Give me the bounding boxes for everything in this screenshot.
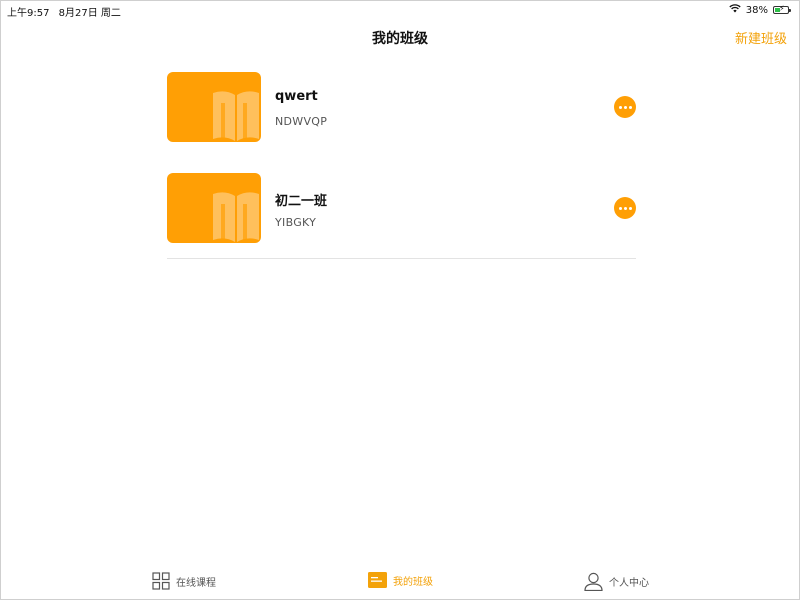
class-row[interactable]: qwert NDWVQP	[167, 72, 636, 173]
tab-bar: 在线课程 我的班级 个人中心	[1, 563, 799, 600]
new-class-button[interactable]: 新建班级	[735, 28, 787, 47]
status-right: 38% ⚡	[729, 4, 791, 16]
grid-icon	[152, 572, 170, 590]
status-time: 上午9:57	[7, 8, 50, 19]
status-bar: 上午9:57 8月27日 周二 38% ⚡	[1, 1, 799, 19]
battery-percent: 38%	[745, 4, 768, 16]
dot-icon	[618, 105, 622, 109]
more-options-button[interactable]	[614, 197, 636, 219]
status-left: 上午9:57 8月27日 周二	[7, 4, 127, 19]
more-options-button[interactable]	[614, 96, 636, 118]
tab-online-courses[interactable]: 在线课程	[152, 572, 216, 590]
tab-my-classes[interactable]: 我的班级	[368, 572, 433, 588]
dot-icon	[628, 206, 632, 210]
class-list: qwert NDWVQP 初二一班 YIBGKY	[167, 72, 636, 274]
book-icon	[213, 192, 259, 242]
class-thumbnail	[167, 173, 261, 243]
wifi-icon	[729, 4, 741, 16]
person-icon	[584, 572, 603, 591]
page-title: 我的班级	[372, 31, 428, 47]
status-date: 8月27日 周二	[58, 8, 121, 19]
list-divider	[167, 258, 636, 259]
dot-icon	[628, 105, 632, 109]
class-list-icon	[368, 572, 387, 588]
dot-icon	[623, 105, 627, 109]
app-window: 上午9:57 8月27日 周二 38% ⚡ 我的班级 新建班级 qwert ND…	[0, 0, 800, 600]
tab-label: 我的班级	[393, 576, 433, 588]
battery-icon: ⚡	[773, 4, 791, 14]
charging-bolt-icon: ⚡	[779, 4, 785, 13]
class-name: 初二一班	[275, 194, 328, 209]
class-name: qwert	[275, 89, 318, 104]
dot-icon	[623, 206, 627, 210]
class-code: YIBGKY	[275, 216, 317, 229]
navigation-bar: 我的班级 新建班级	[1, 19, 799, 55]
book-icon	[213, 91, 259, 141]
class-code: NDWVQP	[275, 115, 328, 128]
tab-profile[interactable]: 个人中心	[584, 572, 649, 591]
tab-label: 在线课程	[176, 577, 216, 589]
dot-icon	[618, 206, 622, 210]
class-thumbnail	[167, 72, 261, 142]
tab-label: 个人中心	[609, 578, 649, 589]
